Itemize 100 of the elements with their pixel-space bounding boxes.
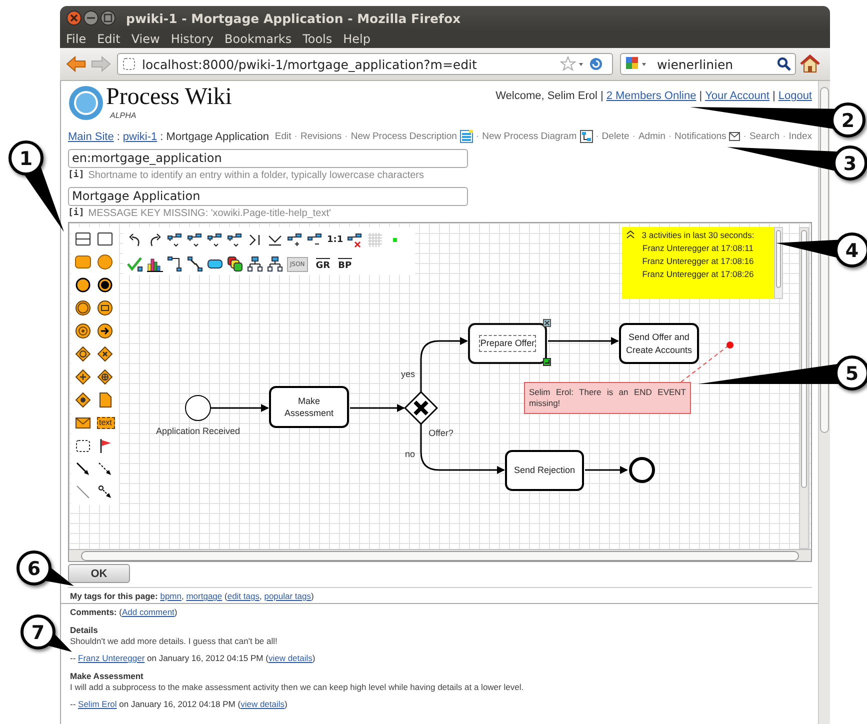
text-link[interactable]: mortgage bbox=[186, 591, 222, 601]
layout-button[interactable]: GR bbox=[316, 258, 330, 270]
action-link[interactable]: Edit bbox=[274, 131, 292, 142]
end-event-icon[interactable] bbox=[97, 277, 113, 293]
align-icon[interactable] bbox=[227, 232, 243, 248]
intermediate-event-icon[interactable] bbox=[75, 277, 91, 293]
text-link[interactable]: view details bbox=[268, 653, 312, 663]
exclusive-gateway-icon[interactable] bbox=[97, 346, 113, 362]
pool-icon[interactable] bbox=[75, 231, 91, 247]
envelope-icon[interactable] bbox=[729, 132, 740, 141]
window-controls-icon[interactable] bbox=[66, 10, 116, 26]
end-event[interactable] bbox=[629, 457, 655, 483]
envelope-icon[interactable] bbox=[75, 415, 91, 431]
start-event-icon[interactable] bbox=[97, 254, 113, 270]
dashed-arrow-icon[interactable] bbox=[97, 461, 113, 477]
text-link[interactable]: bpmn bbox=[160, 591, 182, 601]
ok-button[interactable]: OK bbox=[68, 564, 130, 583]
document-icon[interactable] bbox=[460, 130, 473, 143]
message-event-icon[interactable] bbox=[97, 300, 113, 316]
search-field[interactable]: wienerlinien bbox=[620, 53, 796, 75]
diagram-icon[interactable] bbox=[580, 130, 593, 143]
action-link[interactable]: Index bbox=[788, 131, 812, 142]
connect-handle-icon[interactable] bbox=[543, 358, 551, 366]
delete-node-icon[interactable] bbox=[347, 232, 364, 248]
association-icon[interactable] bbox=[97, 484, 113, 500]
text-link[interactable]: view details bbox=[240, 699, 285, 709]
menu-item[interactable]: Tools bbox=[302, 32, 332, 46]
text-link[interactable]: edit tags bbox=[227, 591, 260, 601]
line-icon[interactable] bbox=[75, 484, 91, 500]
task-node[interactable]: Send Offer and Create Accounts bbox=[619, 323, 699, 364]
complex-gateway-icon[interactable] bbox=[97, 369, 113, 385]
comment-note[interactable]: Selim Erol: There is an END EVENT missing! bbox=[524, 382, 691, 414]
action-link[interactable]: Notifications bbox=[674, 131, 726, 142]
header-link[interactable]: Logout bbox=[778, 90, 812, 102]
parallel-gateway-icon[interactable] bbox=[75, 369, 91, 385]
menu-item[interactable]: Edit bbox=[97, 32, 120, 46]
task-node[interactable]: Send Rejection bbox=[505, 450, 584, 491]
sequence-flow[interactable] bbox=[350, 404, 405, 412]
layout-button[interactable]: BP bbox=[338, 258, 352, 270]
scrollbar[interactable] bbox=[799, 227, 809, 549]
gateway-icon[interactable] bbox=[75, 346, 91, 362]
group-icon[interactable] bbox=[75, 438, 91, 454]
home-icon[interactable] bbox=[799, 54, 821, 74]
sequence-flow[interactable] bbox=[420, 337, 468, 392]
text-annotation-tool[interactable]: text bbox=[97, 417, 115, 429]
scrollbar[interactable] bbox=[69, 549, 811, 561]
comment-anchor[interactable] bbox=[726, 342, 734, 348]
text-field[interactable]: Mortgage Application bbox=[68, 187, 468, 206]
sequence-flow[interactable] bbox=[548, 337, 619, 345]
text-link[interactable]: Franz Unteregger bbox=[78, 653, 145, 663]
sequence-flow[interactable] bbox=[420, 424, 505, 474]
menu-item[interactable]: View bbox=[131, 32, 160, 46]
collapse-icon[interactable] bbox=[626, 230, 635, 239]
document-icon[interactable] bbox=[97, 392, 113, 408]
task-icon[interactable] bbox=[75, 254, 91, 270]
resize-handle-icon[interactable] bbox=[543, 319, 551, 327]
sequence-flow[interactable] bbox=[585, 466, 628, 474]
sequence-flow[interactable] bbox=[211, 404, 269, 412]
scrollbar[interactable] bbox=[774, 227, 783, 299]
exclusive-gateway[interactable] bbox=[404, 391, 438, 425]
elbow-connector-icon[interactable] bbox=[167, 256, 183, 272]
task-node[interactable]: Prepare Offer bbox=[468, 323, 547, 364]
header-link[interactable]: 2 Members Online bbox=[606, 90, 696, 102]
menu-item[interactable]: History bbox=[170, 32, 214, 46]
action-link[interactable]: Admin bbox=[638, 131, 666, 142]
text-link[interactable]: Add comment bbox=[122, 607, 174, 617]
arrow-icon[interactable] bbox=[75, 461, 91, 477]
event-icon[interactable] bbox=[75, 323, 91, 339]
breadcrumb-link[interactable]: pwiki-1 bbox=[122, 130, 158, 142]
task-node[interactable]: Make Assessment bbox=[269, 386, 349, 428]
rectangle-icon[interactable] bbox=[97, 231, 113, 247]
add-node-icon[interactable] bbox=[287, 232, 303, 248]
bar-chart-icon[interactable] bbox=[147, 256, 163, 272]
menu-item[interactable]: Bookmarks bbox=[224, 32, 292, 46]
double-circle-icon[interactable] bbox=[75, 300, 91, 316]
menu-item[interactable]: File bbox=[66, 32, 86, 46]
action-link[interactable]: Delete bbox=[602, 131, 630, 142]
text-link[interactable]: popular tags bbox=[264, 591, 312, 601]
zoom-reset-button[interactable]: 1:1 bbox=[327, 235, 344, 245]
color-shapes-icon[interactable] bbox=[227, 256, 243, 272]
action-link[interactable]: New Process Description bbox=[350, 131, 457, 142]
tree-layout-icon[interactable] bbox=[247, 256, 263, 272]
action-link[interactable]: New Process Diagram bbox=[482, 131, 577, 142]
menu-item[interactable]: Help bbox=[343, 32, 370, 46]
back-arrow-icon[interactable] bbox=[65, 54, 87, 74]
tree-layout-icon[interactable] bbox=[267, 256, 283, 272]
header-link[interactable]: Your Account bbox=[705, 90, 770, 102]
action-link[interactable]: Revisions bbox=[300, 131, 342, 142]
address-bar[interactable]: localhost:8000/pwiki-1/mortgage_application?m=edit bbox=[117, 53, 613, 75]
action-link[interactable]: Search bbox=[749, 131, 780, 142]
text-field[interactable]: en:mortgage_application bbox=[68, 149, 468, 168]
arrow-event-icon[interactable] bbox=[97, 323, 113, 339]
search-icon[interactable] bbox=[777, 57, 791, 71]
align-icon[interactable] bbox=[187, 232, 203, 248]
start-event[interactable] bbox=[185, 395, 211, 421]
diagonal-connector-icon[interactable] bbox=[187, 256, 203, 272]
breadcrumb-link[interactable]: Main Site bbox=[68, 130, 114, 142]
text-link[interactable]: Selim Erol bbox=[78, 699, 117, 709]
check-icon[interactable] bbox=[127, 256, 143, 272]
align-icon[interactable] bbox=[167, 232, 183, 248]
